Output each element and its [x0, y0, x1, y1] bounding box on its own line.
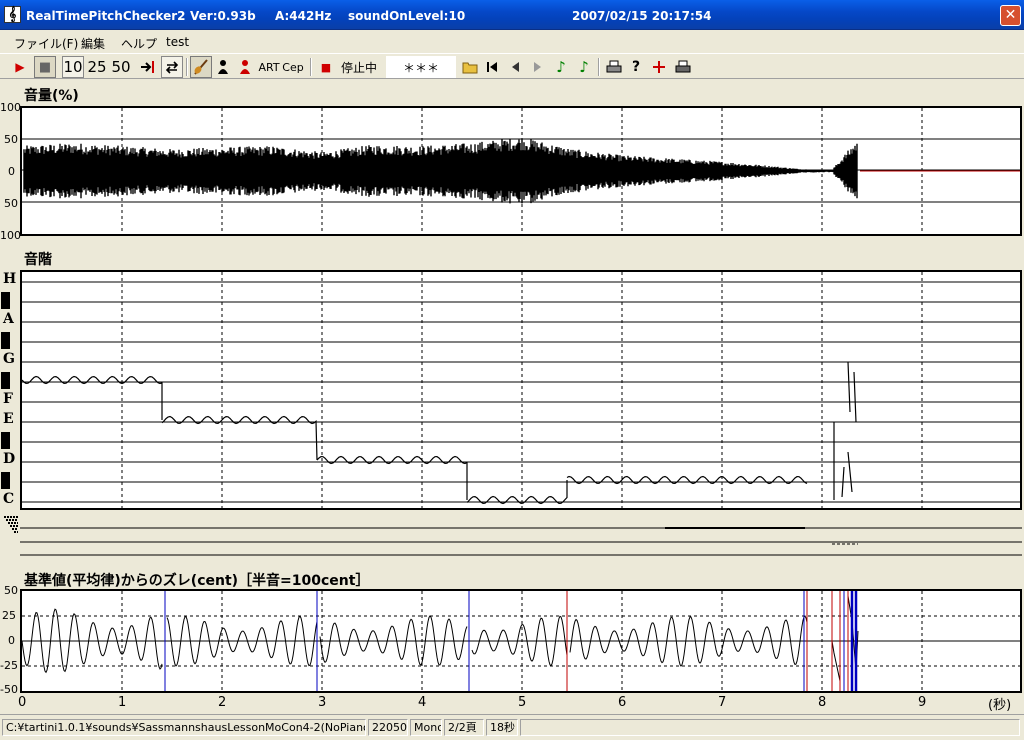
- note-label-d: D: [3, 451, 16, 467]
- loop-icon[interactable]: [161, 56, 183, 78]
- pitch-tail: [833, 361, 857, 500]
- cep-button[interactable]: Cep: [282, 56, 304, 78]
- scale-plot[interactable]: [20, 270, 1022, 510]
- singer-icon[interactable]: [236, 56, 254, 78]
- time-tick: 9: [918, 695, 927, 710]
- volume-y-label: 0: [8, 165, 15, 178]
- note-label-f: F: [3, 391, 13, 407]
- time-tick: 6: [618, 695, 627, 710]
- a-frequency: A:442Hz: [275, 9, 332, 23]
- volume-plot[interactable]: [20, 106, 1022, 236]
- green-note-icon[interactable]: ♪: [552, 56, 570, 78]
- note-display: ＊＊＊: [386, 56, 456, 78]
- toolbar: ▶ ■ 10 25 50 ART Cep ■ 停止中 ＊＊＊ ♪ ♪ ?: [0, 53, 1024, 79]
- menu-bar: ファイル(F) 編集 ヘルプ test: [0, 31, 1024, 53]
- crosshair-icon[interactable]: [650, 56, 668, 78]
- black-key-marker: [1, 332, 10, 349]
- time-tick: 2: [218, 695, 227, 710]
- volume-panel-title: 音量(%): [24, 88, 79, 104]
- play-icon[interactable]: ▶: [10, 56, 30, 78]
- time-tick: 5: [518, 695, 527, 710]
- treble-clef-icon[interactable]: 𝄞: [4, 6, 21, 23]
- black-key-marker: [1, 432, 10, 449]
- time-tick: 3: [318, 695, 327, 710]
- time-tick: 8: [818, 695, 827, 710]
- menu-help[interactable]: ヘルプ: [121, 35, 157, 52]
- note-label-c: C: [3, 491, 15, 507]
- open-folder-icon[interactable]: [460, 56, 480, 78]
- pitch-segment: [466, 480, 568, 505]
- time-tick: 1: [118, 695, 127, 710]
- cent-y-label: 0: [8, 634, 15, 647]
- volume-waveform: [23, 138, 858, 204]
- violin-icon[interactable]: [190, 56, 212, 78]
- datetime: 2007/02/15 20:17:54: [572, 9, 712, 23]
- time-tick: 0: [18, 695, 27, 710]
- volume-y-label: 50: [4, 197, 18, 210]
- time-tick: 4: [418, 695, 427, 710]
- note-strip[interactable]: [0, 513, 1024, 558]
- cent-plot[interactable]: [20, 589, 1022, 693]
- speed-10-button[interactable]: 10: [62, 56, 84, 78]
- pitch-segment: [161, 415, 318, 461]
- cent-panel-title: 基準値(平均律)からのズレ(cent)［半音=100cent］: [24, 573, 370, 589]
- note-label-h: H: [3, 271, 17, 287]
- cent-y-label: -50: [0, 683, 18, 696]
- first-page-icon[interactable]: [483, 56, 501, 78]
- file-path: C:¥tartini1.0.1¥sounds¥SassmannshausLess…: [2, 719, 366, 736]
- version: Ver:0.93b: [190, 9, 256, 23]
- prev-page-icon[interactable]: [506, 56, 524, 78]
- record-stop-icon[interactable]: ■: [318, 56, 334, 78]
- app-name: RealTimePitchChecker2: [26, 9, 186, 23]
- print-setup-icon[interactable]: [673, 56, 693, 78]
- volume-y-label: 50: [4, 133, 18, 146]
- black-key-marker: [1, 292, 10, 309]
- help-icon[interactable]: ?: [628, 56, 644, 78]
- cent-y-label: -25: [0, 659, 18, 672]
- pitch-segment: [22, 375, 163, 420]
- art-button[interactable]: ART: [258, 56, 280, 78]
- speed-50-button[interactable]: 50: [110, 56, 132, 78]
- close-button[interactable]: ✕: [1000, 5, 1021, 26]
- status-text: 停止中: [340, 60, 377, 75]
- scale-panel-title: 音階: [24, 252, 52, 268]
- time-tick: 7: [718, 695, 727, 710]
- jump-end-icon[interactable]: [138, 56, 158, 78]
- stop-icon[interactable]: ■: [34, 56, 56, 78]
- green-note-alt-icon[interactable]: ♪: [575, 56, 593, 78]
- pitch-segment: [316, 455, 468, 500]
- status-empty: [520, 719, 1020, 736]
- duration: 18秒: [486, 719, 518, 736]
- menu-file[interactable]: ファイル(F): [14, 35, 78, 52]
- black-key-marker: [1, 472, 10, 489]
- note-label-e: E: [3, 411, 14, 427]
- cent-y-label: 25: [2, 609, 16, 622]
- sound-on-level: soundOnLevel:10: [348, 9, 466, 23]
- black-key-marker: [1, 372, 10, 389]
- print-icon[interactable]: [604, 56, 624, 78]
- volume-y-label: 100: [0, 229, 21, 242]
- note-label-g: G: [3, 351, 15, 367]
- menu-edit[interactable]: 編集: [81, 35, 105, 52]
- speed-25-button[interactable]: 25: [86, 56, 108, 78]
- note-label-a: A: [3, 311, 14, 327]
- sample-rate: 22050: [368, 719, 408, 736]
- cent-y-label: 50: [4, 584, 18, 597]
- volume-y-label: 100: [0, 101, 21, 114]
- next-page-icon[interactable]: [529, 56, 547, 78]
- page-indicator: 2/2頁: [444, 719, 484, 736]
- status-bar: C:¥tartini1.0.1¥sounds¥SassmannshausLess…: [0, 714, 1024, 740]
- cent-tail: [831, 595, 859, 682]
- time-unit: (秒): [988, 698, 1012, 713]
- title-bar[interactable]: 𝄞 RealTimePitchChecker2 Ver:0.93b A:442H…: [0, 0, 1024, 30]
- player-icon[interactable]: [214, 56, 232, 78]
- menu-test[interactable]: test: [166, 35, 189, 49]
- cent-deviation-line: [319, 615, 468, 666]
- channels: Mono: [410, 719, 442, 736]
